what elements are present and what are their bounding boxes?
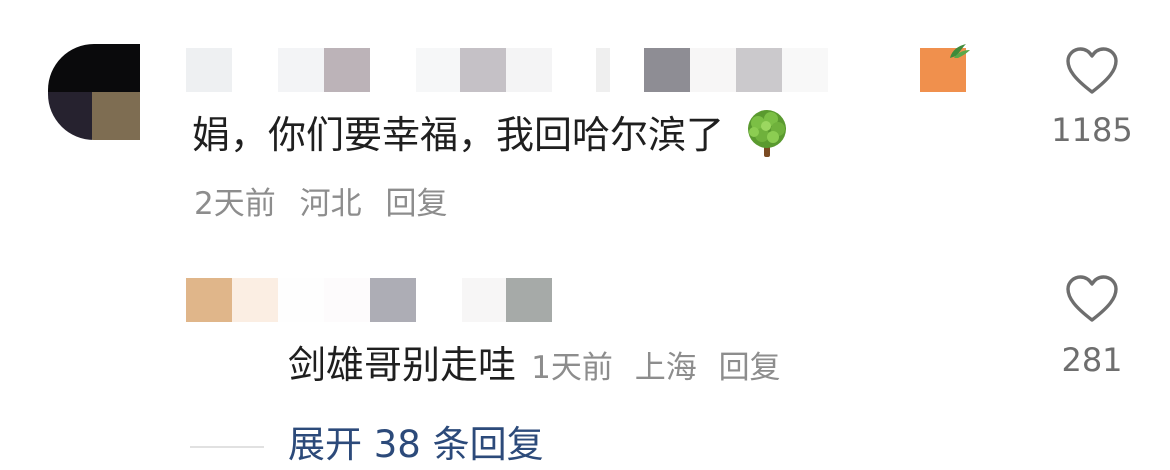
- reply-reply-button[interactable]: 回复: [719, 350, 781, 386]
- comment-body: 娟，你们要幸福，我回哈尔滨了: [192, 113, 725, 157]
- heart-outline-icon[interactable]: [1065, 46, 1119, 96]
- comment-time: 2天前: [194, 186, 276, 222]
- expand-replies-button[interactable]: 展开 38 条回复: [288, 420, 544, 470]
- tree-emoji: [748, 109, 787, 157]
- reply-meta: 1天前 上海 回复: [531, 350, 792, 386]
- reply-row: 剑雄哥别走哇 1天前 上海 回复: [288, 340, 793, 398]
- reply-username[interactable]: [186, 278, 566, 324]
- comment-thread: 娟，你们要幸福，我回哈尔滨了 2天前 河北 回复 1185 剑雄哥别走哇 1天前…: [0, 0, 1170, 470]
- reply-like-count: 281: [1061, 341, 1123, 379]
- comment-reply-button[interactable]: 回复: [385, 186, 447, 222]
- heart-outline-icon[interactable]: [1065, 274, 1119, 324]
- commenter-username[interactable]: [186, 44, 986, 94]
- carrot-leaf-icon: [950, 44, 970, 58]
- comment-location: 河北: [299, 186, 362, 222]
- reply-time: 1天前: [531, 350, 613, 386]
- reply-body: 剑雄哥别走哇: [288, 343, 517, 387]
- expand-divider: [190, 446, 264, 448]
- commenter-avatar[interactable]: [48, 44, 140, 140]
- comment-like-count: 1185: [1051, 111, 1133, 149]
- reply-like: 281: [1032, 274, 1152, 380]
- reply-location: 上海: [634, 350, 697, 386]
- comment-text: 娟，你们要幸福，我回哈尔滨了: [192, 108, 794, 165]
- comment-like: 1185: [1032, 46, 1152, 150]
- comment-meta: 2天前 河北 回复: [194, 184, 461, 224]
